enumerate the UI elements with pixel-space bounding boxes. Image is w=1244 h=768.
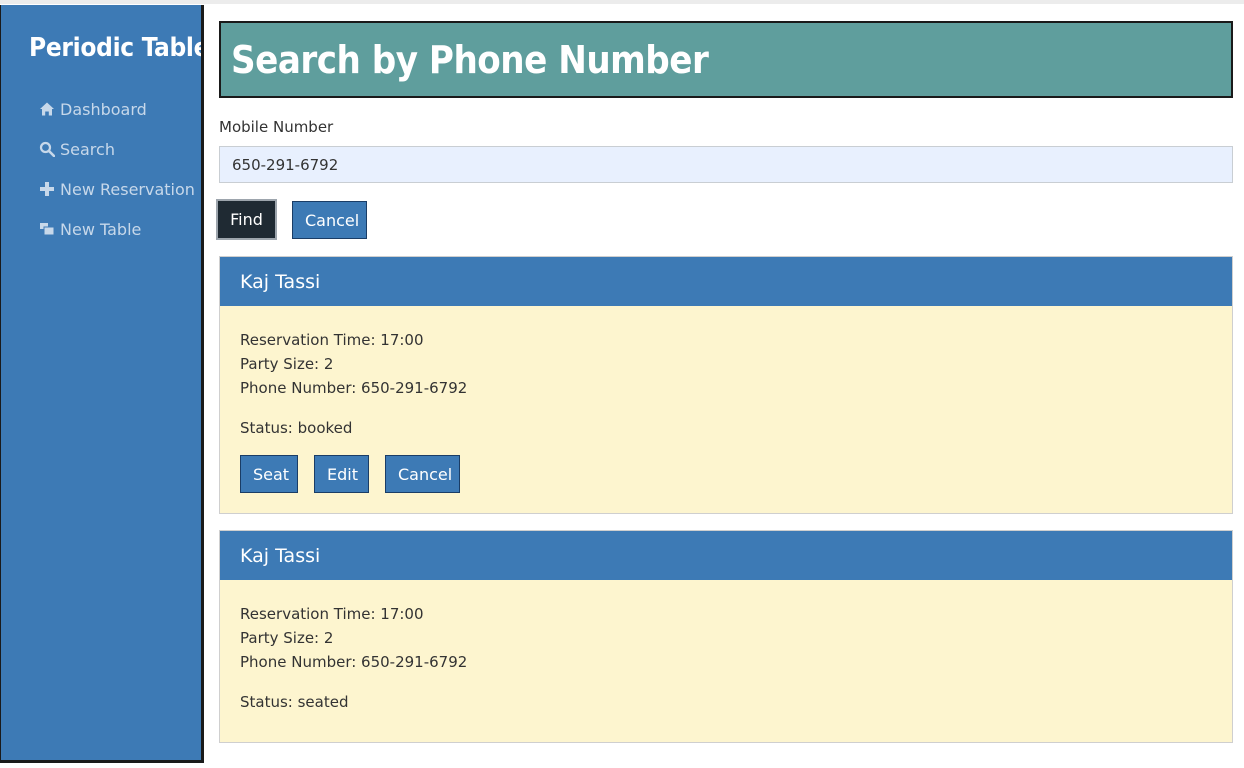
sidebar-item-label: New Table bbox=[60, 219, 142, 239]
party-size: Party Size: 2 bbox=[240, 629, 334, 647]
sidebar-item-label: Search bbox=[60, 139, 115, 159]
sidebar-nav: Dashboard Search New Reservation New Tab… bbox=[39, 89, 195, 249]
find-button[interactable]: Find bbox=[216, 199, 277, 240]
seat-button[interactable]: Seat bbox=[240, 455, 298, 493]
reservation-name: Kaj Tassi bbox=[220, 531, 1232, 580]
main-content: Search by Phone Number Mobile Number Fin… bbox=[216, 21, 1233, 743]
reservation-actions: Seat Edit Cancel bbox=[240, 455, 1212, 493]
reservation-status: Status: booked bbox=[240, 419, 353, 437]
cancel-search-button[interactable]: Cancel bbox=[292, 201, 367, 239]
page-header: Search by Phone Number bbox=[219, 21, 1233, 98]
reservation-time: Reservation Time: 17:00 bbox=[240, 605, 424, 623]
table-icon bbox=[39, 221, 55, 237]
reservation-name: Kaj Tassi bbox=[220, 257, 1232, 306]
sidebar-item-new-reservation[interactable]: New Reservation bbox=[39, 169, 195, 209]
sidebar: Periodic Tables Dashboard Search New Res… bbox=[0, 5, 204, 763]
reservation-card: Kaj Tassi Reservation Time: 17:00 Party … bbox=[219, 256, 1233, 514]
sidebar-item-new-table[interactable]: New Table bbox=[39, 209, 195, 249]
page-title: Search by Phone Number bbox=[231, 37, 709, 82]
mobile-number-input[interactable] bbox=[219, 146, 1233, 183]
phone-number: Phone Number: 650-291-6792 bbox=[240, 379, 468, 397]
top-border bbox=[0, 0, 1244, 4]
home-icon bbox=[39, 101, 55, 117]
sidebar-item-search[interactable]: Search bbox=[39, 129, 195, 169]
cancel-reservation-button[interactable]: Cancel bbox=[385, 455, 460, 493]
sidebar-item-label: Dashboard bbox=[60, 99, 147, 119]
phone-number: Phone Number: 650-291-6792 bbox=[240, 653, 468, 671]
reservation-status: Status: seated bbox=[240, 693, 349, 711]
search-icon bbox=[39, 141, 55, 157]
reservation-details: Reservation Time: 17:00 Party Size: 2 Ph… bbox=[220, 306, 1232, 513]
sidebar-item-label: New Reservation bbox=[60, 179, 195, 199]
reservation-time: Reservation Time: 17:00 bbox=[240, 331, 424, 349]
reservation-details: Reservation Time: 17:00 Party Size: 2 Ph… bbox=[220, 580, 1232, 742]
brand-title[interactable]: Periodic Tables bbox=[29, 33, 201, 63]
sidebar-item-dashboard[interactable]: Dashboard bbox=[39, 89, 195, 129]
plus-icon bbox=[39, 181, 55, 197]
reservation-card: Kaj Tassi Reservation Time: 17:00 Party … bbox=[219, 530, 1233, 743]
mobile-number-label: Mobile Number bbox=[219, 118, 334, 136]
edit-button[interactable]: Edit bbox=[314, 455, 369, 493]
party-size: Party Size: 2 bbox=[240, 355, 334, 373]
search-actions: Find Cancel bbox=[216, 199, 1233, 240]
